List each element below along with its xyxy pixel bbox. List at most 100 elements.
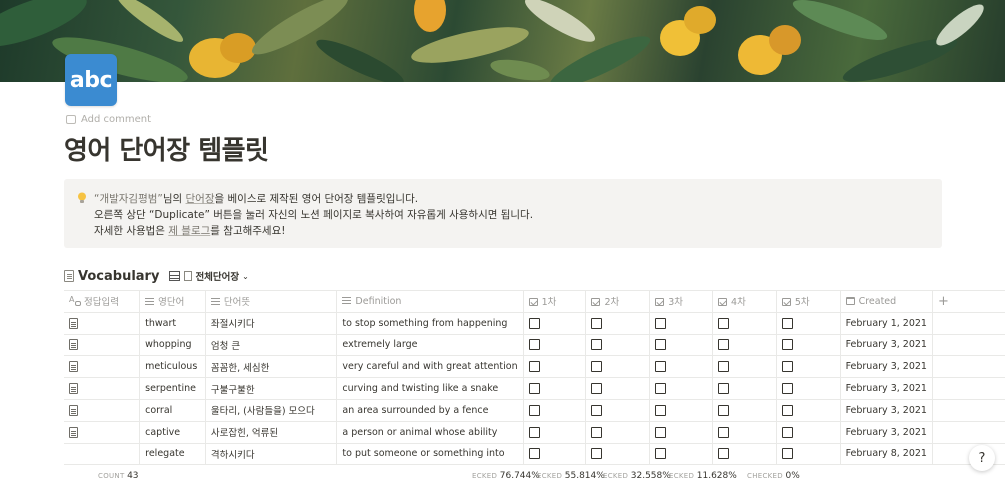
column-header-created[interactable]: Created [840,290,933,313]
checkbox[interactable] [591,317,603,329]
definition-cell[interactable]: to put someone or something into [336,442,524,466]
checkbox[interactable] [591,361,603,373]
checkbox[interactable] [718,426,730,438]
created-cell[interactable]: February 3, 2021 [840,377,933,400]
checkbox[interactable] [718,448,730,460]
created-cell[interactable]: February 3, 2021 [840,355,933,378]
count-calculation[interactable]: COUNT 43 [98,471,139,481]
meaning-cell[interactable]: 격하시키다 [205,442,338,466]
created-cell[interactable]: February 3, 2021 [840,398,933,422]
checkbox[interactable] [655,383,667,395]
checkbox[interactable] [781,426,793,438]
word-cell[interactable]: corral [139,398,206,422]
table-row[interactable]: corral 울타리, (사람들을) 모으다 an area surrounded … [64,398,1005,422]
answer-input-cell[interactable] [64,311,141,335]
checkbox[interactable] [655,317,667,329]
checkbox[interactable] [591,339,603,351]
column-header-meaning[interactable]: 단어뜻 [205,290,338,313]
table-row[interactable]: captive 사로잡힌, 억류된 a person or animal whose… [64,420,1005,444]
word-cell[interactable]: captive [139,420,206,444]
checkbox[interactable] [781,361,793,373]
created-cell[interactable]: February 3, 2021 [840,420,933,444]
column-header-answer-input[interactable]: 정답입력 [64,290,141,313]
definition-cell[interactable]: very careful and with great attention [336,355,524,378]
meaning-cell[interactable]: 구불구불한 [205,377,338,400]
column-header-round-4[interactable]: 4차 [712,290,777,313]
checked-calculation-5[interactable]: CHECKED 0% [747,471,800,481]
checked-calculation-1[interactable]: ECKED 76.744% [472,471,540,481]
checkbox[interactable] [655,361,667,373]
page-title[interactable]: 영어 단어장 템플릿 [64,130,269,167]
created-cell[interactable]: February 8, 2021 [840,442,933,466]
checked-calculation-3[interactable]: ECKED 32.558% [603,471,671,481]
checked-calculation-4[interactable]: ECKED 11.628% [669,471,737,481]
checkbox[interactable] [718,404,730,416]
checkbox[interactable] [655,404,667,416]
definition-cell[interactable]: to stop something from happening [336,311,524,335]
checkbox[interactable] [655,448,667,460]
callout-link-blog[interactable]: 제 블로그 [168,225,210,237]
callout-link-vocab[interactable]: 단어장 [186,193,215,205]
column-header-word[interactable]: 영단어 [139,290,206,313]
column-header-round-5[interactable]: 5차 [776,290,841,313]
table-row[interactable]: whopping 엄청 큰 extremely large February 3, 2… [64,333,1005,356]
created-cell[interactable]: February 1, 2021 [840,311,933,335]
database-title[interactable]: Vocabulary [78,269,159,284]
word-cell[interactable]: relegate [139,442,206,466]
answer-input-cell[interactable] [64,420,141,444]
meaning-cell[interactable]: 엄청 큰 [205,333,338,356]
word-cell[interactable]: whopping [139,333,206,356]
checkbox[interactable] [528,317,540,329]
add-property-button[interactable]: + [932,290,1005,313]
column-header-round-2[interactable]: 2차 [585,290,651,313]
checkbox[interactable] [718,317,730,329]
checkbox[interactable] [528,361,540,373]
answer-input-cell[interactable] [64,333,141,356]
view-selector[interactable]: 전체단어장 [195,269,239,283]
meaning-cell[interactable]: 좌절시키다 [205,311,338,335]
checkbox[interactable] [591,383,603,395]
answer-input-cell[interactable] [64,355,141,378]
callout-block[interactable]: “개발자김평범”님의 단어장을 베이스로 제작된 영어 단어장 템플릿입니다. … [64,179,942,248]
word-cell[interactable]: meticulous [139,355,206,378]
add-comment-button[interactable]: Add comment [66,114,151,125]
checkbox[interactable] [591,426,603,438]
word-cell[interactable]: serpentine [139,377,206,400]
checkbox[interactable] [781,404,793,416]
checkbox[interactable] [718,361,730,373]
table-row[interactable]: serpentine 구불구불한 curving and twisting like… [64,377,1005,400]
checkbox[interactable] [528,383,540,395]
checkbox[interactable] [591,448,603,460]
table-row[interactable]: thwart 좌절시키다 to stop something from happen… [64,311,1005,335]
checkbox[interactable] [528,339,540,351]
page-icon[interactable]: abc [65,54,117,106]
help-button[interactable]: ? [969,445,995,471]
answer-input-cell[interactable] [64,398,141,422]
checked-calculation-2[interactable]: ECKED 55.814% [537,471,605,481]
checkbox[interactable] [781,383,793,395]
checkbox[interactable] [655,339,667,351]
definition-cell[interactable]: curving and twisting like a snake [336,377,524,400]
definition-cell[interactable]: extremely large [336,333,524,356]
created-cell[interactable]: February 3, 2021 [840,333,933,356]
table-row[interactable]: meticulous 꼼꼼한, 세심한 very careful and with … [64,355,1005,378]
checkbox[interactable] [528,448,540,460]
answer-input-cell[interactable] [64,377,141,400]
checkbox[interactable] [781,339,793,351]
checkbox[interactable] [718,339,730,351]
table-row[interactable]: relegate 격하시키다 to put someone or something… [64,442,1005,466]
column-header-round-1[interactable]: 1차 [523,290,587,313]
meaning-cell[interactable]: 울타리, (사람들을) 모으다 [205,398,338,422]
chevron-down-icon[interactable]: ⌄ [242,272,249,281]
column-header-definition[interactable]: Definition [336,290,524,313]
definition-cell[interactable]: an area surrounded by a fence [336,398,524,422]
meaning-cell[interactable]: 사로잡힌, 억류된 [205,420,338,444]
answer-input-cell[interactable] [64,442,141,466]
checkbox[interactable] [781,448,793,460]
checkbox[interactable] [718,383,730,395]
checkbox[interactable] [591,404,603,416]
checkbox[interactable] [528,404,540,416]
definition-cell[interactable]: a person or animal whose ability [336,420,524,444]
meaning-cell[interactable]: 꼼꼼한, 세심한 [205,355,338,378]
column-header-round-3[interactable]: 3차 [649,290,714,313]
